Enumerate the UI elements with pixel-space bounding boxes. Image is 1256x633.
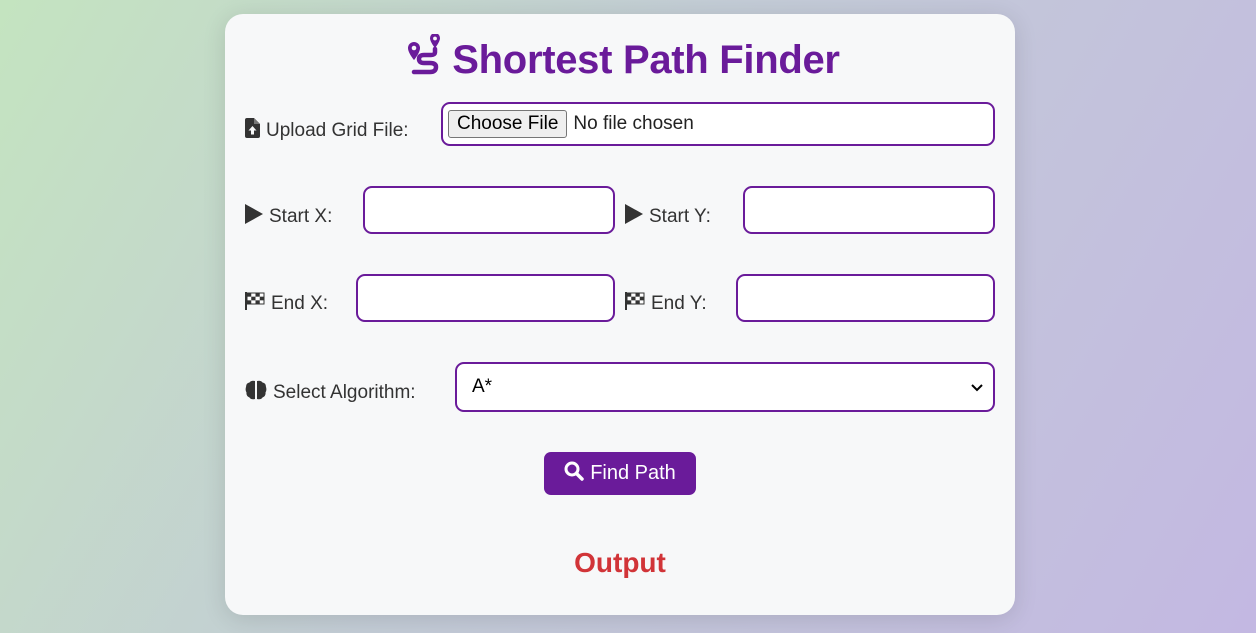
play-icon	[625, 204, 643, 230]
title-text: Shortest Path Finder	[452, 37, 840, 82]
end-x-input-box[interactable]	[358, 276, 613, 320]
main-card: Shortest Path Finder Upload Grid File: C…	[225, 14, 1015, 615]
algorithm-select[interactable]: A*	[455, 362, 995, 412]
start-y-input[interactable]	[743, 186, 995, 234]
file-upload-icon	[245, 118, 260, 144]
start-x-label-text: Start X:	[269, 206, 333, 227]
output-heading: Output	[574, 547, 666, 578]
end-y-label-text: End Y:	[651, 293, 707, 314]
algorithm-selected-value: A*	[472, 376, 493, 397]
chevron-down-icon	[971, 376, 983, 398]
end-x-label-text: End X:	[271, 293, 329, 314]
upload-label: Upload Grid File:	[245, 118, 409, 144]
start-x-input[interactable]	[363, 186, 615, 234]
start-y-input-box[interactable]	[745, 188, 993, 232]
file-status: No file chosen	[573, 113, 694, 134]
start-y-label: Start Y:	[625, 204, 711, 230]
end-y-input[interactable]	[736, 274, 995, 322]
play-icon	[245, 204, 263, 230]
checkered-flag-icon	[245, 292, 265, 316]
search-icon	[564, 461, 584, 487]
route-icon	[400, 33, 442, 86]
algorithm-label: Select Algorithm:	[245, 380, 416, 406]
find-path-label: Find Path	[590, 462, 676, 484]
choose-file-button[interactable]: Choose File	[448, 110, 568, 138]
end-x-input[interactable]	[356, 274, 615, 322]
upload-label-text: Upload Grid File:	[266, 120, 409, 141]
start-x-label: Start X:	[245, 204, 332, 230]
page-title: Shortest Path Finder	[225, 33, 1015, 86]
find-path-button[interactable]: Find Path	[544, 452, 696, 495]
end-y-label: End Y:	[625, 292, 707, 316]
start-y-label-text: Start Y:	[649, 206, 711, 227]
checkered-flag-icon	[625, 292, 645, 316]
start-x-input-box[interactable]	[365, 188, 613, 232]
algorithm-label-text: Select Algorithm:	[273, 382, 416, 403]
brain-icon	[245, 380, 267, 406]
end-y-input-box[interactable]	[738, 276, 993, 320]
end-x-label: End X:	[245, 292, 328, 316]
file-input[interactable]: Choose File No file chosen	[441, 102, 995, 146]
